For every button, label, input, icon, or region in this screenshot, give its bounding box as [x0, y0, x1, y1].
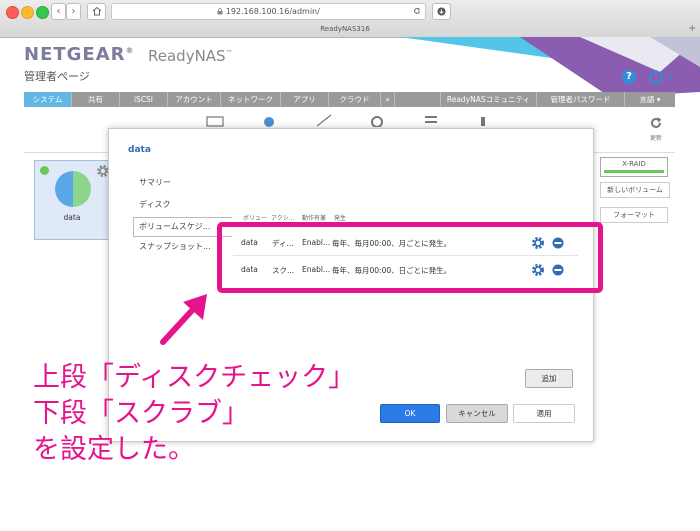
annotation-text: 上段「ディスクチェック」 下段「スクラブ」 を設定した。: [33, 360, 355, 468]
volume-name: data: [63, 213, 81, 222]
address-bar[interactable]: 192.168.100.16/admin/: [111, 3, 426, 20]
sidebar-item-snapshot[interactable]: スナップショット...: [139, 241, 211, 252]
home-icon: [92, 6, 101, 16]
forward-button[interactable]: ›: [66, 3, 81, 20]
xraid-indicator: [604, 170, 664, 173]
menu-apps[interactable]: アプリ: [281, 92, 329, 107]
reload-icon[interactable]: [413, 7, 421, 15]
sidebar-item-disks[interactable]: ディスク: [139, 199, 170, 210]
menu-network[interactable]: ネットワーク: [221, 92, 281, 107]
header-decoration: [400, 37, 700, 97]
download-icon: [437, 7, 446, 16]
annotation-line: を設定した。: [33, 434, 195, 465]
menu-language[interactable]: 言語 ▾: [625, 92, 675, 107]
menu-iscsi[interactable]: iSCSI: [120, 92, 168, 107]
zoom-window-button[interactable]: [36, 6, 49, 19]
pointer-arrow-icon: [160, 294, 207, 345]
url-text: 192.168.100.16/admin/: [225, 7, 320, 16]
forward-icon: ›: [71, 6, 76, 17]
power-icon[interactable]: [648, 69, 674, 85]
annotation-line: 下段「スクラブ」: [33, 398, 249, 429]
new-volume-button[interactable]: 新しいボリューム: [600, 182, 670, 198]
menu-admin-password[interactable]: 管理者パスワード: [537, 92, 625, 107]
annotation-line: 上段「ディスクチェック」: [33, 362, 356, 393]
menu-accounts[interactable]: アカウント: [168, 92, 221, 107]
column-header-volume[interactable]: ボリュー: [243, 213, 267, 222]
sidebar-item-label: ボリュームスケジ...: [139, 222, 211, 231]
column-header-action[interactable]: アクシ...: [271, 213, 294, 222]
refresh-icon: [651, 117, 662, 128]
sub-tab-icons: [206, 114, 485, 127]
menu-more[interactable]: »: [381, 92, 395, 107]
product-name: ReadyNAS™: [148, 47, 233, 65]
ok-button[interactable]: OK: [380, 404, 440, 423]
tab-title[interactable]: ReadyNAS316: [0, 22, 690, 36]
menu-cloud[interactable]: クラウド: [329, 92, 381, 107]
cancel-button[interactable]: キャンセル: [446, 404, 508, 423]
browser-toolbar: ‹ › 192.168.100.16/admin/ ReadyNAS316 +: [0, 0, 700, 38]
refresh-label: 更新: [649, 135, 662, 142]
status-dot: [40, 166, 49, 175]
xraid-button[interactable]: X-RAID: [600, 157, 668, 177]
column-header-enabled[interactable]: 動作有兼: [302, 213, 326, 222]
close-window-button[interactable]: [6, 6, 19, 19]
add-button[interactable]: 追加: [525, 369, 573, 388]
apply-button[interactable]: 適用: [513, 404, 575, 423]
home-button[interactable]: [87, 3, 106, 20]
netgear-logo: NETGEAR®: [24, 44, 135, 65]
downloads-button[interactable]: [432, 3, 451, 20]
new-tab-button[interactable]: +: [688, 22, 700, 36]
refresh-button[interactable]: 更新: [644, 116, 668, 142]
back-button[interactable]: ‹: [51, 3, 66, 20]
back-icon: ‹: [56, 6, 61, 17]
column-header-schedule[interactable]: 発生: [334, 213, 346, 222]
lock-icon: [217, 8, 223, 15]
page-subtitle: 管理者ページ: [24, 70, 90, 83]
help-icon[interactable]: ?: [622, 70, 636, 84]
format-button[interactable]: フォーマット: [600, 207, 668, 223]
volume-pie: [55, 171, 91, 207]
highlight-box: [217, 222, 603, 293]
sidebar-item-summary[interactable]: サマリー: [139, 177, 171, 188]
dialog-title: data: [128, 145, 151, 155]
main-menu: システム 共有 iSCSI アカウント ネットワーク アプリ クラウド » Re…: [24, 92, 675, 107]
menu-community[interactable]: ReadyNASコミュニティ: [440, 92, 537, 107]
minimize-window-button[interactable]: [21, 6, 34, 19]
menu-system[interactable]: システム: [24, 92, 72, 107]
menu-shares[interactable]: 共有: [72, 92, 120, 107]
